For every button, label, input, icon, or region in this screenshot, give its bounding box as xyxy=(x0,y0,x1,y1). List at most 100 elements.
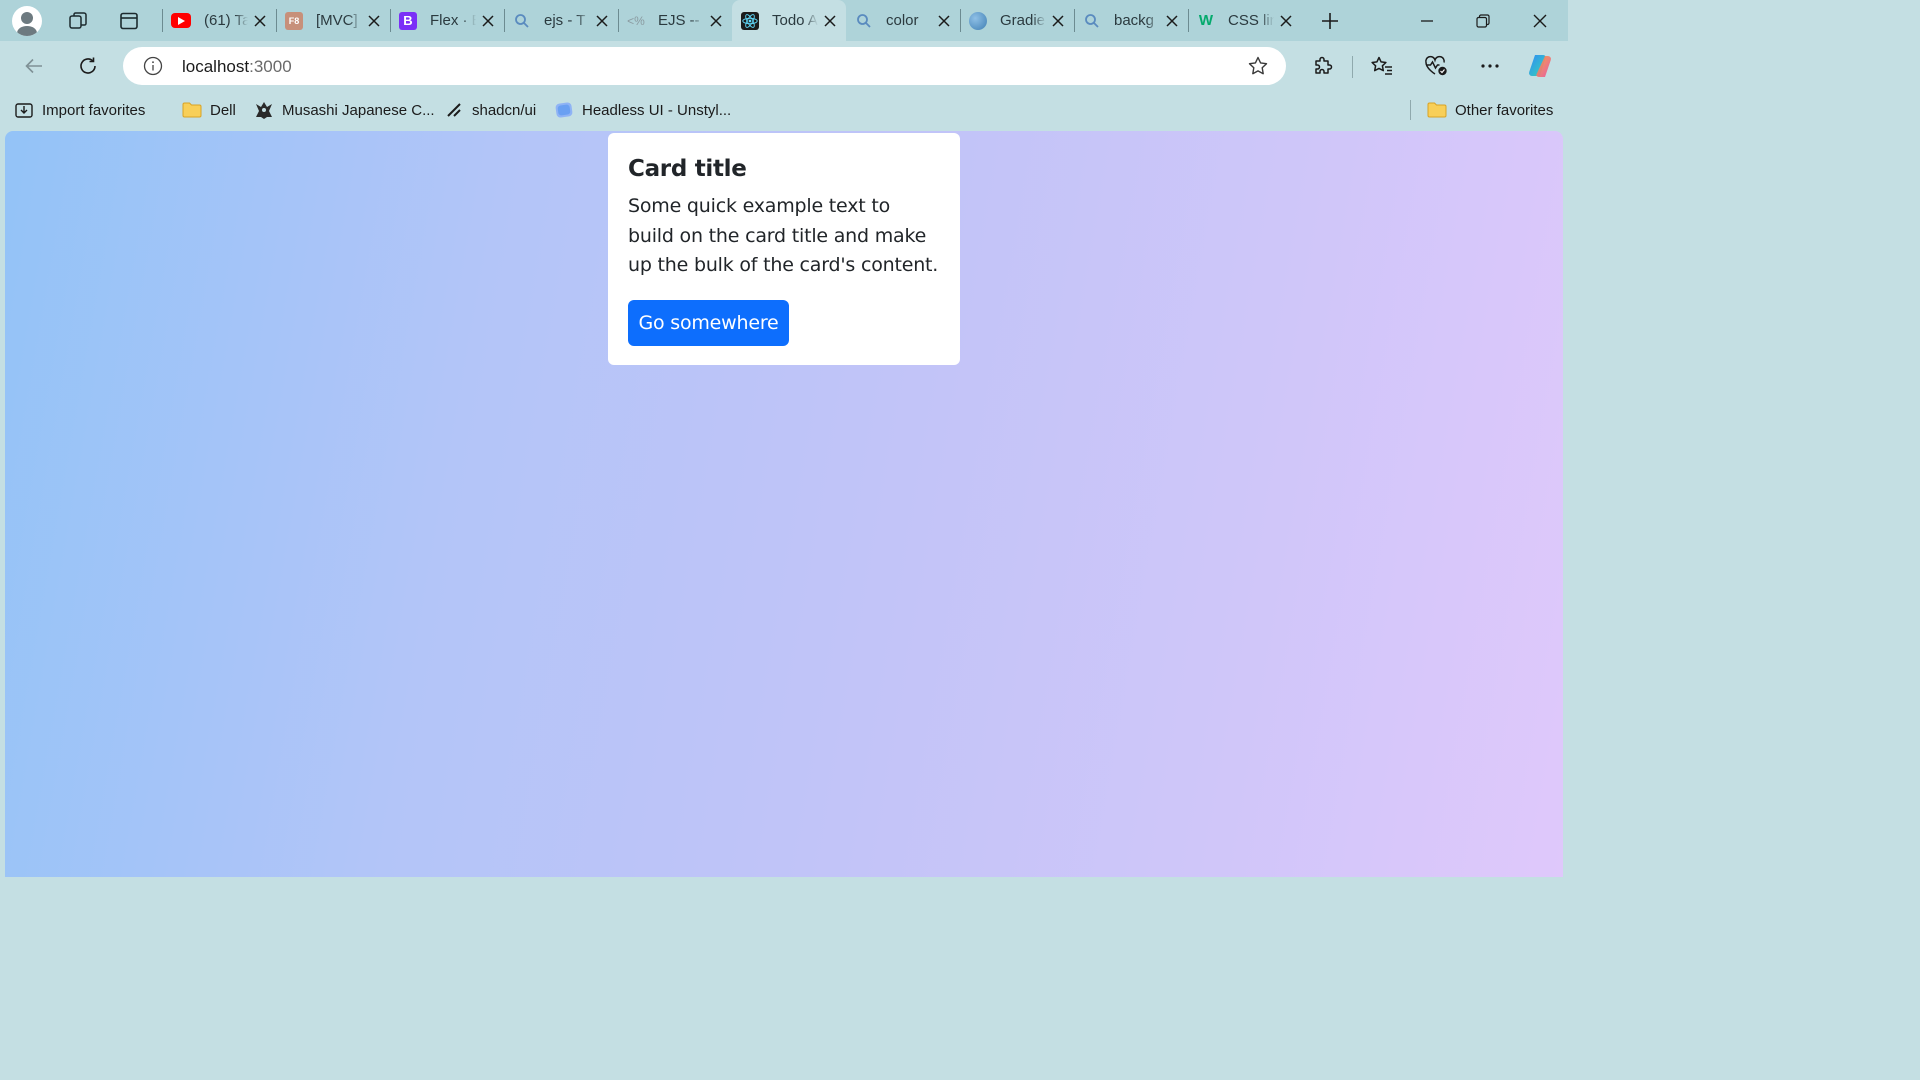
bookmark-label: Dell xyxy=(210,101,236,119)
folder-icon xyxy=(182,100,202,120)
new-tab-button[interactable] xyxy=(1310,6,1350,36)
close-icon xyxy=(1533,14,1547,27)
close-tab-icon[interactable] xyxy=(822,13,838,29)
tab-ejs-search[interactable]: ejs - T xyxy=(504,0,618,41)
import-favorites-icon xyxy=(14,100,34,120)
other-favorites-folder[interactable]: Other favorites xyxy=(1427,99,1553,121)
favorites-bar: Import favorites Dell Musashi Japanese C… xyxy=(0,91,1568,129)
tab-title: EJS -- xyxy=(658,12,700,29)
tab-todo-active[interactable]: Todo A xyxy=(732,0,846,41)
site-info-icon[interactable] xyxy=(143,56,163,76)
tab-title: Flex · B xyxy=(430,12,476,29)
close-tab-icon[interactable] xyxy=(252,13,268,29)
tab-title: ejs - T xyxy=(544,12,586,29)
tab-title: CSS lin xyxy=(1228,12,1274,29)
search-icon xyxy=(1085,13,1099,28)
tab-title: (61) Ta xyxy=(204,12,248,29)
headless-ui-logo-icon xyxy=(554,100,574,120)
restore-icon xyxy=(1476,13,1490,28)
favorites-button[interactable] xyxy=(1368,52,1396,80)
page-viewport: Card title Some quick example text to bu… xyxy=(5,131,1563,877)
more-dots-icon xyxy=(1481,64,1499,68)
refresh-icon xyxy=(80,57,96,74)
close-tab-icon[interactable] xyxy=(1050,13,1066,29)
bookmark-label: Headless UI - Unstyl... xyxy=(582,101,732,119)
close-tab-icon[interactable] xyxy=(1164,13,1180,29)
back-button[interactable] xyxy=(17,51,51,81)
tab-strip: (61) Ta F8 [MVC] B Flex · B ejs - T <% E… xyxy=(0,0,1568,41)
tab-color-search[interactable]: color xyxy=(846,0,960,41)
close-tab-icon[interactable] xyxy=(1278,13,1294,29)
address-bar[interactable]: localhost:3000 xyxy=(123,47,1286,85)
close-window-button[interactable] xyxy=(1512,0,1568,41)
tab-title: Gradie xyxy=(1000,12,1046,29)
tab-gradient[interactable]: Gradie xyxy=(960,0,1074,41)
workspaces-icon[interactable] xyxy=(61,6,95,36)
copilot-icon xyxy=(1529,55,1551,77)
search-icon xyxy=(857,13,871,28)
close-tab-icon[interactable] xyxy=(708,13,724,29)
gradient-globe-icon xyxy=(969,11,987,30)
back-arrow-icon xyxy=(25,58,42,74)
close-tab-icon[interactable] xyxy=(480,13,496,29)
card-text: Some quick example text to build on the … xyxy=(628,195,939,276)
url-host: localhost xyxy=(182,57,250,76)
tab-background-search[interactable]: backg xyxy=(1074,0,1188,41)
minimize-button[interactable] xyxy=(1399,0,1455,41)
bookmark-headless-ui[interactable]: Headless UI - Unstyl... xyxy=(554,99,731,121)
folder-icon xyxy=(1427,100,1447,120)
url-port: :3000 xyxy=(249,57,292,76)
tab-title: color xyxy=(886,12,919,29)
react-icon xyxy=(741,11,759,30)
card: Card title Some quick example text to bu… xyxy=(608,133,960,365)
search-icon xyxy=(515,13,529,28)
bookmark-shadcn[interactable]: shadcn/ui xyxy=(444,99,536,121)
bookmark-label: Musashi Japanese C... xyxy=(282,101,435,119)
bookmark-label: Other favorites xyxy=(1455,101,1554,119)
bookmark-dell-folder[interactable]: Dell xyxy=(182,99,236,121)
window-bottom-edge xyxy=(0,877,1568,882)
shadcn-logo-icon xyxy=(444,100,464,120)
tab-youtube[interactable]: (61) Ta xyxy=(162,0,276,41)
tab-mvc[interactable]: F8 [MVC] xyxy=(276,0,390,41)
puzzle-piece-icon xyxy=(1315,56,1333,74)
close-tab-icon[interactable] xyxy=(594,13,610,29)
copilot-button[interactable] xyxy=(1526,52,1554,80)
w3schools-icon: W xyxy=(1198,12,1214,29)
heart-pulse-icon xyxy=(1425,55,1447,76)
tab-css-linear[interactable]: W CSS lin xyxy=(1188,0,1302,41)
f8-icon: F8 xyxy=(285,11,303,30)
bookmark-label: shadcn/ui xyxy=(472,101,537,119)
browser-essentials-button[interactable] xyxy=(1422,52,1450,80)
import-favorites-button[interactable]: Import favorites xyxy=(14,99,145,121)
ejs-icon: <% xyxy=(627,13,645,28)
extensions-button[interactable] xyxy=(1309,52,1337,80)
restore-button[interactable] xyxy=(1455,0,1511,41)
musashi-logo-icon xyxy=(254,100,274,120)
plus-icon xyxy=(1322,12,1338,29)
refresh-button[interactable] xyxy=(71,51,105,81)
profile-avatar-icon[interactable] xyxy=(12,5,42,36)
youtube-icon xyxy=(171,13,191,28)
tab-title: [MVC] xyxy=(316,12,358,29)
favorites-star-list-icon xyxy=(1371,56,1392,75)
settings-more-button[interactable] xyxy=(1476,52,1504,80)
close-tab-icon[interactable] xyxy=(936,13,952,29)
tab-flex[interactable]: B Flex · B xyxy=(390,0,504,41)
bootstrap-icon: B xyxy=(399,11,417,30)
tab-list: (61) Ta F8 [MVC] B Flex · B ejs - T <% E… xyxy=(162,0,1350,41)
bookmark-musashi[interactable]: Musashi Japanese C... xyxy=(254,99,435,121)
tab-ejs[interactable]: <% EJS -- xyxy=(618,0,732,41)
tab-title: Todo A xyxy=(772,12,818,29)
vertical-tabs-icon[interactable] xyxy=(112,6,146,36)
url-text[interactable]: localhost:3000 xyxy=(182,57,292,77)
navigation-toolbar: localhost:3000 xyxy=(0,41,1568,91)
tab-title: backg xyxy=(1114,12,1155,29)
add-favorite-star-icon[interactable] xyxy=(1247,55,1269,77)
bookmark-label: Import favorites xyxy=(42,101,146,119)
card-title: Card title xyxy=(628,156,747,182)
close-tab-icon[interactable] xyxy=(366,13,382,29)
minimize-icon xyxy=(1421,19,1433,22)
toolbar-divider xyxy=(1352,56,1353,78)
go-somewhere-button[interactable]: Go somewhere xyxy=(628,300,789,346)
